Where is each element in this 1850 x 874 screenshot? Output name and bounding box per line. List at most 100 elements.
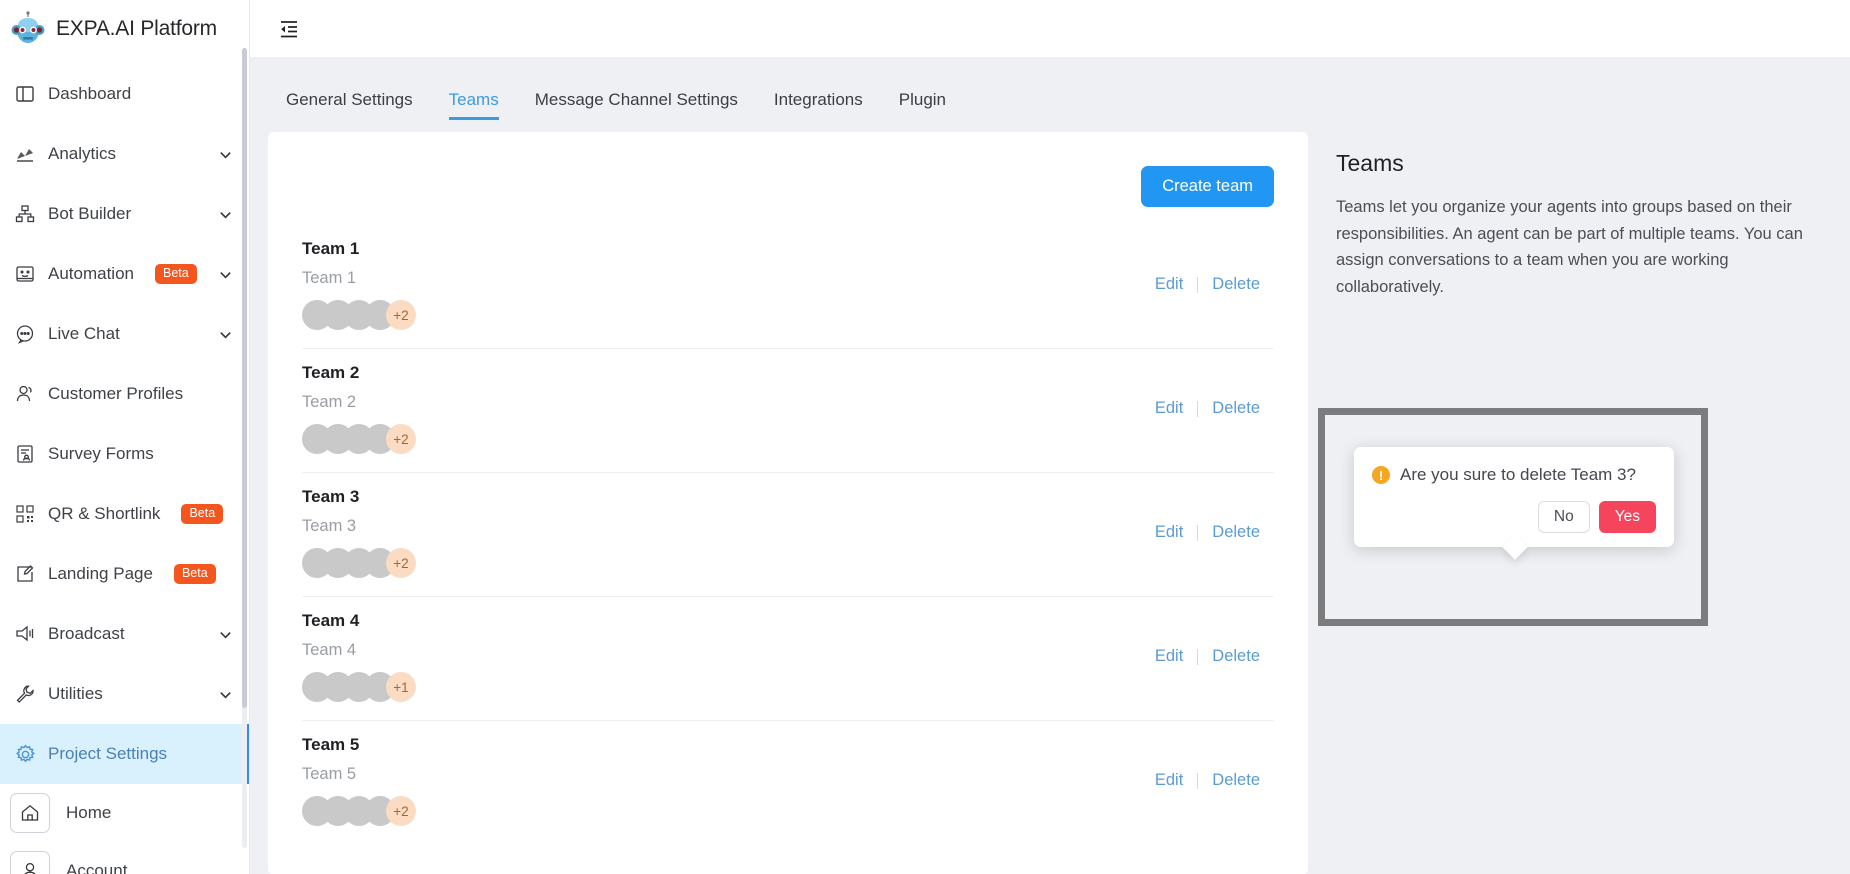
- gear-icon: [14, 743, 36, 765]
- team-info: Team 1 Team 1 +2: [302, 239, 1141, 330]
- home-icon: [10, 793, 50, 833]
- row-actions: Edit Delete: [1141, 611, 1274, 666]
- table-row: Team 4 Team 4 +1 Edit Delete: [302, 597, 1274, 721]
- tab-message-channel-settings[interactable]: Message Channel Settings: [517, 91, 756, 120]
- sidebar-scrollbar-thumb[interactable]: [242, 48, 247, 708]
- row-actions: Edit Delete: [1141, 239, 1274, 294]
- tab-integrations[interactable]: Integrations: [756, 91, 881, 120]
- sidebar-item-label: Analytics: [48, 144, 117, 163]
- sidebar-item-label: Project Settings: [48, 744, 168, 763]
- chevron-down-icon: [218, 327, 233, 342]
- sidebar-item-label: Customer Profiles: [48, 384, 184, 403]
- edit-link[interactable]: Edit: [1141, 647, 1197, 666]
- no-button[interactable]: No: [1537, 501, 1590, 533]
- tab-general-settings[interactable]: General Settings: [268, 91, 431, 120]
- chevron-down-icon: [218, 267, 233, 282]
- sidebar-nav: Dashboard Analytics Bot Builder Automati…: [0, 58, 249, 874]
- sidebar-item-label: Broadcast: [48, 624, 125, 643]
- delete-link[interactable]: Delete: [1198, 275, 1274, 294]
- beta-badge: Beta: [181, 504, 224, 524]
- tab-plugin[interactable]: Plugin: [881, 91, 964, 120]
- team-description: Team 4: [302, 641, 357, 659]
- robot-avatar-icon: [10, 11, 46, 47]
- sidebar-item-dashboard[interactable]: Dashboard: [0, 64, 249, 124]
- sidebar-item-customer-profiles[interactable]: Customer Profiles: [0, 364, 249, 424]
- avatar-stack: +2: [302, 424, 1141, 454]
- beta-badge: Beta: [155, 264, 197, 284]
- sidebar-item-broadcast[interactable]: Broadcast: [0, 604, 249, 664]
- account-person-icon: [10, 851, 50, 874]
- broadcast-megaphone-icon: [14, 623, 36, 645]
- team-info: Team 4 Team 4 +1: [302, 611, 1141, 702]
- avatar-stack: +2: [302, 548, 1141, 578]
- sidebar-item-account[interactable]: Account: [0, 842, 249, 874]
- delete-link[interactable]: Delete: [1198, 647, 1274, 666]
- sidebar-item-label: Automation: [48, 264, 134, 283]
- team-name: Team 4: [302, 611, 360, 630]
- sidebar-item-bot-builder[interactable]: Bot Builder: [0, 184, 249, 244]
- yes-button[interactable]: Yes: [1598, 501, 1656, 533]
- sidebar-item-automation[interactable]: Automation Beta: [0, 244, 249, 304]
- delete-link[interactable]: Delete: [1198, 771, 1274, 790]
- analytics-chart-icon: [14, 143, 36, 165]
- sidebar-item-landing-page[interactable]: Landing Page Beta: [0, 544, 249, 604]
- sidebar-item-label: Landing Page: [48, 564, 153, 583]
- chevron-down-icon: [218, 147, 233, 162]
- row-actions: Edit Delete: [1141, 735, 1274, 790]
- edit-link[interactable]: Edit: [1141, 275, 1197, 294]
- customer-profiles-icon: [14, 383, 36, 405]
- collapse-sidebar-icon[interactable]: [274, 14, 304, 44]
- row-actions: Edit Delete: [1141, 487, 1274, 542]
- sidebar-item-label: Bot Builder: [48, 204, 132, 223]
- survey-forms-icon: [14, 443, 36, 465]
- utilities-wrench-icon: [14, 683, 36, 705]
- team-info: Team 2 Team 2 +2: [302, 363, 1141, 454]
- table-row: Team 5 Team 5 +2 Edit Delete: [302, 721, 1274, 844]
- popover-actions: No Yes: [1372, 501, 1656, 533]
- qr-code-icon: [14, 503, 36, 525]
- create-team-button[interactable]: Create team: [1141, 166, 1274, 207]
- sidebar-item-survey-forms[interactable]: Survey Forms: [0, 424, 249, 484]
- sidebar-item-qr-shortlink[interactable]: QR & Shortlink Beta: [0, 484, 249, 544]
- teams-card: Create team Team 1 Team 1 +2 Edit Delete…: [268, 132, 1308, 874]
- delete-confirm-popover: ! Are you sure to delete Team 3? No Yes: [1354, 447, 1674, 547]
- team-description: Team 5: [302, 765, 357, 783]
- beta-badge: Beta: [173, 564, 216, 584]
- team-info: Team 3 Team 3 +2: [302, 487, 1141, 578]
- brand: EXPA.AI Platform: [0, 0, 249, 58]
- avatar-overflow-count: +1: [386, 672, 416, 702]
- sidebar-item-label: QR & Shortlink: [48, 504, 161, 523]
- app-root: EXPA.AI Platform Dashboard Analytics Bot…: [0, 0, 1850, 874]
- chevron-down-icon: [218, 207, 233, 222]
- sidebar-item-project-settings[interactable]: Project Settings: [0, 724, 249, 784]
- edit-link[interactable]: Edit: [1141, 399, 1197, 418]
- team-description: Team 1: [302, 269, 357, 287]
- dashboard-icon: [14, 83, 36, 105]
- bot-builder-tree-icon: [14, 203, 36, 225]
- delete-link[interactable]: Delete: [1198, 523, 1274, 542]
- tab-teams[interactable]: Teams: [431, 91, 517, 120]
- avatar-stack: +2: [302, 796, 1141, 826]
- avatar-overflow-count: +2: [386, 796, 416, 826]
- team-info: Team 5 Team 5 +2: [302, 735, 1141, 826]
- edit-link[interactable]: Edit: [1141, 771, 1197, 790]
- sidebar: EXPA.AI Platform Dashboard Analytics Bot…: [0, 0, 250, 874]
- sidebar-item-live-chat[interactable]: Live Chat: [0, 304, 249, 364]
- row-actions: Edit Delete: [1141, 363, 1274, 418]
- chevron-down-icon: [218, 687, 233, 702]
- delete-link[interactable]: Delete: [1198, 399, 1274, 418]
- avatar-stack: +2: [302, 300, 1141, 330]
- team-name: Team 3: [302, 487, 360, 506]
- edit-link[interactable]: Edit: [1141, 523, 1197, 542]
- team-description: Team 3: [302, 517, 357, 535]
- sidebar-item-label: Account: [66, 861, 128, 874]
- sidebar-item-utilities[interactable]: Utilities: [0, 664, 249, 724]
- sidebar-item-analytics[interactable]: Analytics: [0, 124, 249, 184]
- page-title: Teams: [1336, 150, 1404, 176]
- table-row: Team 2 Team 2 +2 Edit Delete: [302, 349, 1274, 473]
- popover-message-row: ! Are you sure to delete Team 3?: [1372, 465, 1656, 485]
- avatar-overflow-count: +2: [386, 424, 416, 454]
- landing-page-edit-icon: [14, 563, 36, 585]
- topbar: [250, 0, 1850, 58]
- sidebar-item-home[interactable]: Home: [0, 784, 249, 842]
